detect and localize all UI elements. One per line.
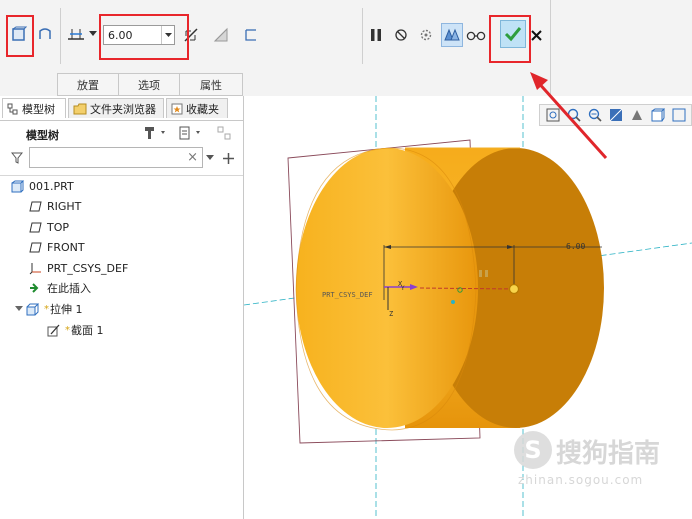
tree-icon [7, 103, 18, 114]
clear-search-icon[interactable]: × [187, 150, 198, 165]
tab-model-tree[interactable]: 模型树 [2, 98, 66, 118]
tab-favorites[interactable]: 收藏夹 [166, 98, 228, 118]
csys-label: PRT_CSYS_DEF [322, 291, 373, 299]
folder-icon [73, 103, 87, 114]
watermark-url: zhinan.sogou.com [518, 473, 644, 487]
tree-item-top[interactable]: TOP [28, 217, 69, 237]
tree-item-section[interactable]: * 截面 1 [46, 320, 104, 340]
part-icon [10, 179, 24, 193]
chevron-down-icon [89, 31, 97, 36]
tab-placement[interactable]: 放置 [57, 73, 119, 96]
tree-item-label: 001.PRT [29, 179, 74, 193]
filter-button[interactable] [9, 150, 25, 166]
highlight-solid [6, 15, 34, 57]
sketch-icon [46, 323, 60, 337]
tree-item-extrude[interactable]: * 拉伸 1 [13, 299, 83, 319]
csys-icon [28, 261, 42, 275]
sogou-logo-icon: S [514, 431, 552, 469]
tab-folder-browser-label: 文件夹浏览器 [90, 102, 156, 116]
datum-plane-icon [28, 240, 42, 254]
chevron-down-icon [206, 155, 214, 160]
tree-item-label: PRT_CSYS_DEF [47, 261, 129, 275]
anchor-point [451, 300, 455, 304]
tree-title: 模型树 [26, 129, 59, 142]
tab-placement-label: 放置 [77, 78, 99, 92]
collapse-toggle[interactable] [13, 306, 25, 312]
new-feature-marker: * [44, 303, 49, 315]
tree-item-label: 拉伸 1 [50, 303, 83, 316]
geometry-preview-icon [444, 28, 460, 41]
plus-icon [222, 152, 234, 164]
depth-option-dropdown[interactable] [88, 28, 98, 40]
no-preview-icon [395, 29, 407, 41]
surface-button[interactable] [34, 22, 56, 46]
no-preview-button[interactable] [392, 25, 410, 45]
tab-folder-browser[interactable]: 文件夹浏览器 [68, 98, 164, 118]
tree-item-insert-here[interactable]: 在此插入 [28, 278, 91, 298]
tree-item-label: TOP [47, 220, 70, 234]
tree-columns-button[interactable] [214, 124, 234, 142]
graphics-viewport[interactable]: 6.00 PRT_CSYS_DEF X Y Z S 搜狗指南 zhinan.so… [244, 96, 692, 519]
tree-item-csys[interactable]: PRT_CSYS_DEF [28, 258, 128, 278]
highlight-depth-field [99, 14, 189, 60]
attached-preview-button[interactable] [416, 24, 436, 46]
depth-option-button[interactable] [64, 22, 88, 46]
pause-icon [371, 29, 381, 41]
tree-settings-button[interactable] [141, 124, 169, 142]
hammer-icon [145, 127, 165, 139]
pause-button[interactable] [367, 25, 385, 45]
search-dropdown[interactable] [204, 152, 216, 164]
datum-plane-icon [28, 199, 42, 213]
tab-properties[interactable]: 属性 [179, 73, 243, 96]
verify-button[interactable] [465, 24, 487, 46]
tree-show-button[interactable] [176, 124, 204, 142]
glasses-icon [466, 31, 486, 41]
tab-model-tree-label: 模型树 [22, 102, 55, 116]
tree-item-label: 截面 1 [71, 324, 104, 337]
watermark-brand: 搜狗指南 [556, 439, 661, 469]
tree-item-label: FRONT [47, 240, 85, 254]
search-input[interactable]: × [29, 147, 203, 168]
tab-properties-label: 属性 [200, 78, 222, 92]
favorites-icon [171, 103, 183, 114]
preview-gear-icon [420, 29, 432, 41]
depth-drag-handle[interactable] [508, 283, 520, 295]
add-filter-button[interactable] [220, 150, 236, 166]
thicken-sketch-button[interactable] [240, 24, 262, 46]
sogou-watermark: S 搜狗指南 zhinan.sogou.com [512, 431, 692, 491]
new-feature-marker: * [65, 324, 70, 336]
tab-favorites-label: 收藏夹 [186, 102, 219, 116]
insert-here-icon [28, 281, 42, 295]
depth-dimension-label[interactable]: 6.00 [566, 242, 585, 251]
model-tree-panel: 模型树 文件夹浏览器 收藏夹 模型树 × 001.PRT RIGHT TOP F… [0, 96, 244, 519]
highlight-confirm [489, 15, 531, 63]
document-icon [179, 126, 200, 140]
tree-item-part[interactable]: 001.PRT [10, 176, 74, 196]
blind-depth-icon [68, 29, 84, 40]
tab-options[interactable]: 选项 [118, 73, 180, 96]
columns-icon [217, 126, 231, 140]
axis-y-label: Y [401, 285, 405, 292]
tree-item-front[interactable]: FRONT [28, 237, 85, 257]
thicken-icon [245, 29, 256, 41]
remove-material-button[interactable] [210, 24, 232, 46]
tree-item-label: 在此插入 [47, 282, 91, 295]
tree-item-right[interactable]: RIGHT [28, 196, 81, 216]
filter-icon [11, 152, 23, 164]
extrude-icon [25, 302, 39, 316]
geometry-preview-button[interactable] [441, 23, 463, 47]
surface-icon [39, 28, 51, 39]
axis-z-label: Z [389, 310, 393, 318]
datum-plane-icon [28, 220, 42, 234]
chevron-down-icon [15, 306, 23, 311]
tree-item-label: RIGHT [47, 199, 82, 213]
tab-options-label: 选项 [138, 78, 160, 92]
remove-material-icon [213, 27, 228, 42]
close-icon [530, 29, 542, 41]
